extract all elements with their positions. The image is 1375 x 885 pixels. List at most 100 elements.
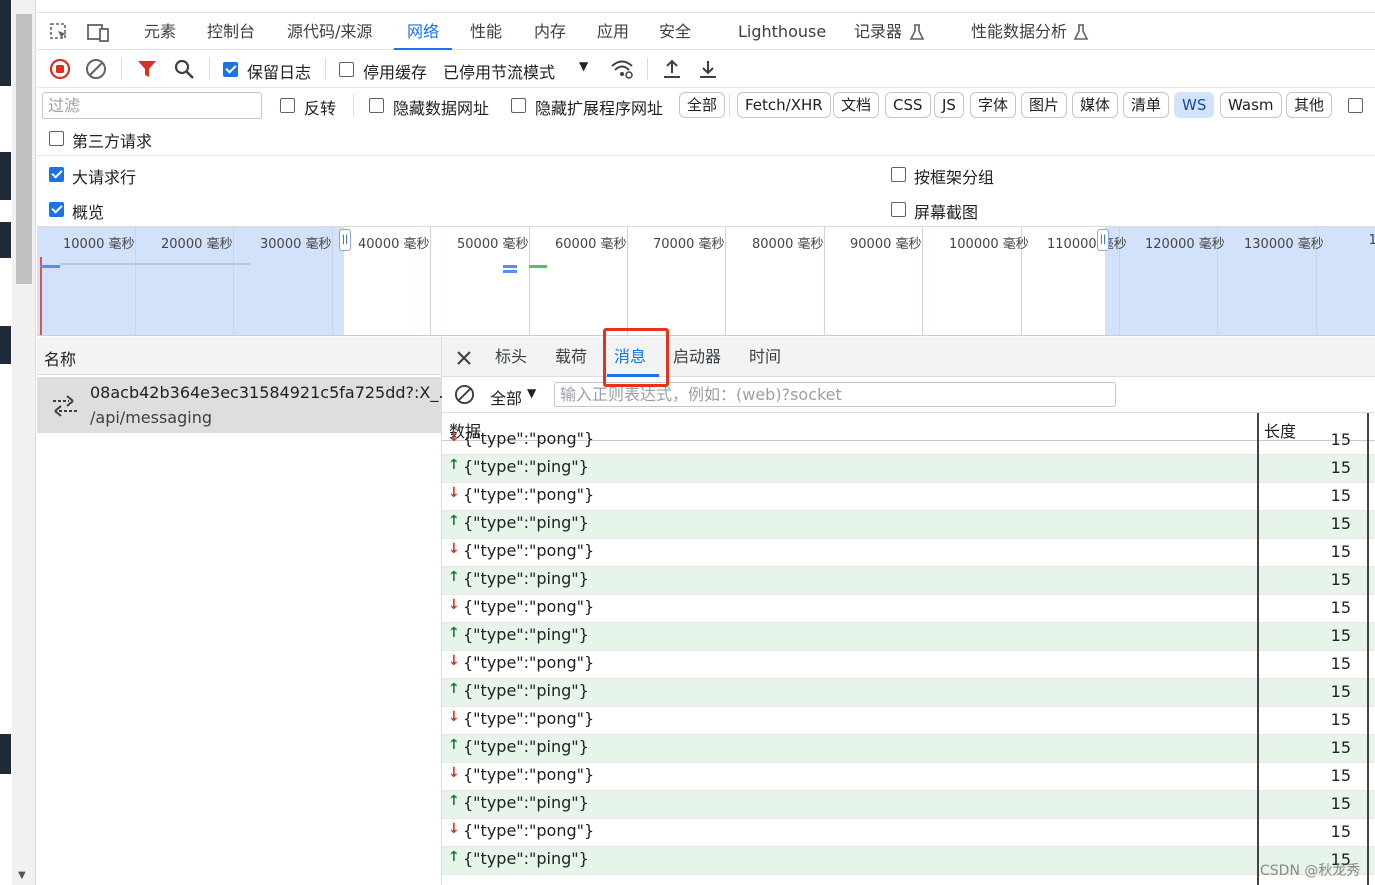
received-arrow-icon: ↓ xyxy=(448,597,460,613)
throttling-dropdown-icon[interactable]: ▼ xyxy=(579,59,588,73)
tab-headers[interactable]: 标头 xyxy=(495,337,527,377)
hide-data-urls-label: 隐藏数据网址 xyxy=(393,99,490,118)
timeline-tick-label: 40000 毫秒 xyxy=(358,237,430,252)
tab-memory[interactable]: 内存 xyxy=(534,13,566,50)
message-row[interactable]: ↓ {"type":"pong"} 15 xyxy=(442,651,1375,679)
received-arrow-icon: ↓ xyxy=(448,765,460,781)
tab-network[interactable]: 网络 xyxy=(394,13,453,50)
tab-performance[interactable]: 性能 xyxy=(470,13,502,50)
blocked-requests-checkbox[interactable] xyxy=(1348,97,1363,115)
timeline-tick-label: 20000 毫秒 xyxy=(161,237,233,252)
tab-elements[interactable]: 元素 xyxy=(144,13,176,50)
hide-data-urls-checkbox[interactable] xyxy=(369,97,384,115)
import-har-upload-icon[interactable] xyxy=(661,58,683,80)
received-arrow-icon: ↓ xyxy=(448,485,460,501)
name-column-header: 名称 xyxy=(44,350,77,369)
type-filter-ws[interactable]: WS xyxy=(1174,92,1215,118)
message-data: {"type":"pong"} xyxy=(463,429,595,448)
message-scope-select[interactable]: 全部 xyxy=(490,385,522,409)
message-row[interactable]: ↓ {"type":"pong"} 15 xyxy=(442,595,1375,623)
group-by-frame-checkbox[interactable] xyxy=(891,166,906,184)
tab-application[interactable]: 应用 xyxy=(597,13,629,50)
disable-cache-checkbox[interactable] xyxy=(339,61,354,79)
type-filter-all[interactable]: 全部 xyxy=(679,92,726,118)
inspect-element-icon[interactable] xyxy=(49,22,69,42)
tab-performance-insights[interactable]: 性能数据分析 xyxy=(971,13,1067,50)
tab-initiator[interactable]: 启动器 xyxy=(673,337,721,377)
message-row[interactable]: ↑ {"type":"ping"} 15 xyxy=(442,455,1375,483)
filter-funnel-icon[interactable] xyxy=(136,58,158,80)
range-right-handle[interactable]: || xyxy=(1097,229,1109,251)
tab-security[interactable]: 安全 xyxy=(659,13,691,50)
page-scrollbar[interactable]: ▼ xyxy=(12,0,36,885)
type-filter-fetch-xhr[interactable]: Fetch/XHR xyxy=(737,92,831,118)
scroll-down-arrow-icon[interactable]: ▼ xyxy=(18,870,26,881)
tab-console[interactable]: 控制台 xyxy=(207,13,255,50)
message-row[interactable]: ↓ {"type":"pong"} 15 xyxy=(442,819,1375,847)
tab-sources[interactable]: 源代码/来源 xyxy=(287,13,372,50)
timeline-gridline xyxy=(824,227,825,335)
message-row[interactable]: ↑ {"type":"ping"} 15 xyxy=(442,623,1375,651)
network-overview-timeline[interactable]: 10000 毫秒 20000 毫秒 30000 毫秒 40000 毫秒 50000 毫秒… xyxy=(37,226,1375,336)
hide-extension-urls-label: 隐藏扩展程序网址 xyxy=(535,99,664,118)
column-divider[interactable] xyxy=(1257,413,1259,885)
message-row[interactable]: ↑ {"type":"ping"} 15 xyxy=(442,791,1375,819)
received-arrow-icon: ↓ xyxy=(448,821,460,837)
type-filter-js[interactable]: JS xyxy=(934,92,964,118)
close-icon[interactable] xyxy=(456,350,472,366)
tab-recorder[interactable]: 记录器 xyxy=(854,13,902,50)
tab-lighthouse[interactable]: Lighthouse xyxy=(738,13,826,50)
type-filter-manifest[interactable]: 清单 xyxy=(1123,92,1170,118)
network-conditions-wifi-icon[interactable] xyxy=(610,58,634,80)
invert-label: 反转 xyxy=(304,99,337,118)
search-icon[interactable] xyxy=(173,58,195,80)
message-row[interactable]: ↑ {"type":"ping"} 15 xyxy=(442,735,1375,763)
type-filter-css[interactable]: CSS xyxy=(885,92,931,118)
message-row[interactable]: ↓ {"type":"pong"} 15 xyxy=(442,427,1375,455)
overview-checkbox[interactable] xyxy=(49,201,64,219)
message-row[interactable]: ↓ {"type":"pong"} 15 xyxy=(442,707,1375,735)
message-data: {"type":"pong"} xyxy=(463,485,595,504)
clear-icon[interactable] xyxy=(85,58,107,80)
type-filter-font[interactable]: 字体 xyxy=(970,92,1017,118)
received-arrow-icon: ↓ xyxy=(448,653,460,669)
type-filter-img[interactable]: 图片 xyxy=(1021,92,1068,118)
scrollbar-thumb[interactable] xyxy=(16,14,32,284)
device-toolbar-icon[interactable] xyxy=(87,22,111,42)
message-length: 15 xyxy=(1330,822,1351,841)
third-party-checkbox[interactable] xyxy=(49,130,64,148)
message-length: 15 xyxy=(1330,542,1351,561)
preserve-log-checkbox[interactable] xyxy=(223,61,238,79)
message-row[interactable]: ↑ {"type":"ping"} 15 xyxy=(442,847,1375,875)
sent-arrow-icon: ↑ xyxy=(448,849,460,865)
tab-payload[interactable]: 载荷 xyxy=(555,337,587,377)
message-row[interactable]: ↓ {"type":"pong"} 15 xyxy=(442,763,1375,791)
type-filter-wasm[interactable]: Wasm xyxy=(1220,92,1282,118)
message-length: 15 xyxy=(1330,514,1351,533)
message-row[interactable]: ↑ {"type":"ping"} 15 xyxy=(442,567,1375,595)
big-request-rows-checkbox[interactable] xyxy=(49,166,64,184)
screenshots-checkbox[interactable] xyxy=(891,201,906,219)
scope-dropdown-icon[interactable]: ▼ xyxy=(527,386,536,400)
hide-extension-urls-checkbox[interactable] xyxy=(511,97,526,115)
throttling-select[interactable]: 已停用节流模式 xyxy=(443,59,555,83)
type-filter-other[interactable]: 其他 xyxy=(1286,92,1333,118)
filter-input[interactable]: 过滤 xyxy=(42,92,262,119)
invert-checkbox[interactable] xyxy=(280,97,295,115)
clear-messages-icon[interactable] xyxy=(454,384,475,405)
type-filter-media[interactable]: 媒体 xyxy=(1072,92,1119,118)
message-row[interactable]: ↑ {"type":"ping"} 15 xyxy=(442,511,1375,539)
tab-timing[interactable]: 时间 xyxy=(749,337,781,377)
message-row[interactable]: ↑ {"type":"ping"} 15 xyxy=(442,679,1375,707)
received-arrow-icon: ↓ xyxy=(448,709,460,725)
requests-name-header[interactable]: 名称 xyxy=(37,337,442,375)
export-har-download-icon[interactable] xyxy=(697,58,719,80)
type-filter-doc[interactable]: 文档 xyxy=(833,92,880,118)
stop-recording-icon[interactable] xyxy=(49,58,71,80)
sent-arrow-icon: ↑ xyxy=(448,625,460,641)
message-row[interactable]: ↓ {"type":"pong"} 15 xyxy=(442,483,1375,511)
message-length: 15 xyxy=(1330,486,1351,505)
range-left-handle[interactable]: || xyxy=(339,229,351,251)
request-row[interactable]: 08acb42b364e3ec31584921c5fa725dd?:X_... … xyxy=(37,377,454,433)
message-row[interactable]: ↓ {"type":"pong"} 15 xyxy=(442,539,1375,567)
